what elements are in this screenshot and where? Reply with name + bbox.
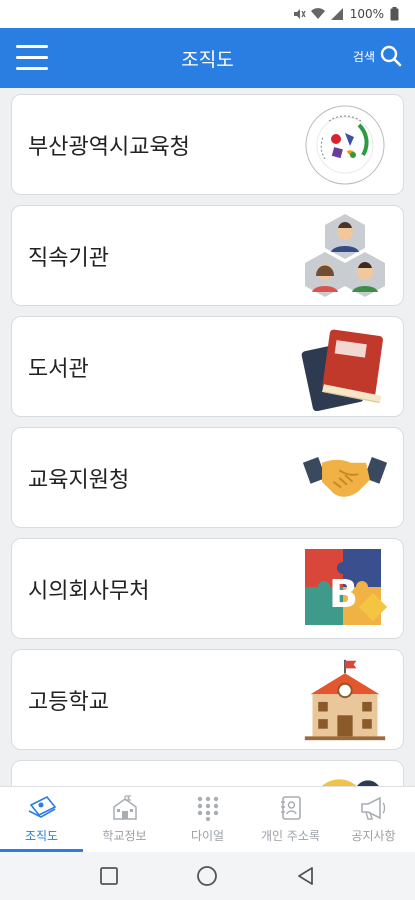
recents-button[interactable] [89,856,129,896]
org-chart-icon [28,795,56,818]
puzzle-b-icon: B [301,545,389,633]
battery-icon [390,7,399,21]
busan-education-office-emblem-icon [301,101,389,189]
menu-icon-line [16,67,48,70]
card-high-school[interactable]: 고등학교 [11,649,404,750]
card-education-support-office[interactable]: 교육지원청 [11,427,404,528]
tab-org-chart[interactable]: 조직도 [0,787,83,852]
address-book-icon [280,796,301,820]
person-icon [301,767,389,786]
back-button[interactable] [286,856,326,896]
status-icons [292,7,344,21]
search-button[interactable]: 검색 [353,44,403,68]
search-label: 검색 [352,49,375,64]
category-list[interactable]: 부산광역시교육청 직속기관 도서관 교육지원청 시의회사무처 B 고등학교 [0,88,415,786]
mute-icon [293,9,306,19]
bottom-tab-bar: 조직도 학교정보 다이얼 개인 주소록 공지사항 [0,786,415,852]
card-city-council-secretariat[interactable]: 시의회사무처 B [11,538,404,639]
card-label: 도서관 [28,356,89,382]
tab-dial[interactable]: 다이얼 [166,787,249,852]
status-bar: 100% [0,0,415,28]
card-label: 직속기관 [28,245,109,271]
signal-icon [330,8,343,20]
menu-icon-line [16,56,48,59]
svg-text:B: B [329,572,358,616]
megaphone-icon [360,796,385,820]
card-label: 고등학교 [28,689,109,715]
tab-personal-address-book[interactable]: 개인 주소록 [249,787,332,852]
books-icon [301,323,389,411]
menu-icon-line [16,45,48,48]
card-label: 교육지원청 [28,467,130,493]
wifi-icon [310,8,325,19]
school-icon [112,795,137,820]
tab-label: 학교정보 [102,829,147,843]
dialpad-icon [197,796,218,821]
battery-percentage: 100% [349,7,384,21]
tab-label: 조직도 [24,829,59,843]
system-navigation-bar [0,852,415,900]
home-button[interactable] [187,856,227,896]
card-partial-next[interactable] [11,760,404,786]
tab-label: 공지사항 [351,829,396,843]
tab-school-info[interactable]: 학교정보 [83,787,166,852]
card-affiliated-institutions[interactable]: 직속기관 [11,205,404,306]
menu-button[interactable] [16,45,48,71]
back-icon [297,867,313,885]
card-library[interactable]: 도서관 [11,316,404,417]
people-group-icon [301,212,389,300]
tab-notices[interactable]: 공지사항 [332,787,415,852]
tab-label: 다이얼 [190,829,225,843]
home-icon [197,866,218,886]
app-bar: 조직도 검색 [0,28,415,88]
tab-label: 개인 주소록 [260,829,320,843]
card-busan-education-office[interactable]: 부산광역시교육청 [11,94,404,195]
handshake-icon [301,434,389,522]
school-building-icon [301,656,389,744]
card-label: 부산광역시교육청 [28,134,190,160]
card-label: 시의회사무처 [28,578,150,604]
search-icon [380,45,402,67]
recents-icon [100,867,119,885]
